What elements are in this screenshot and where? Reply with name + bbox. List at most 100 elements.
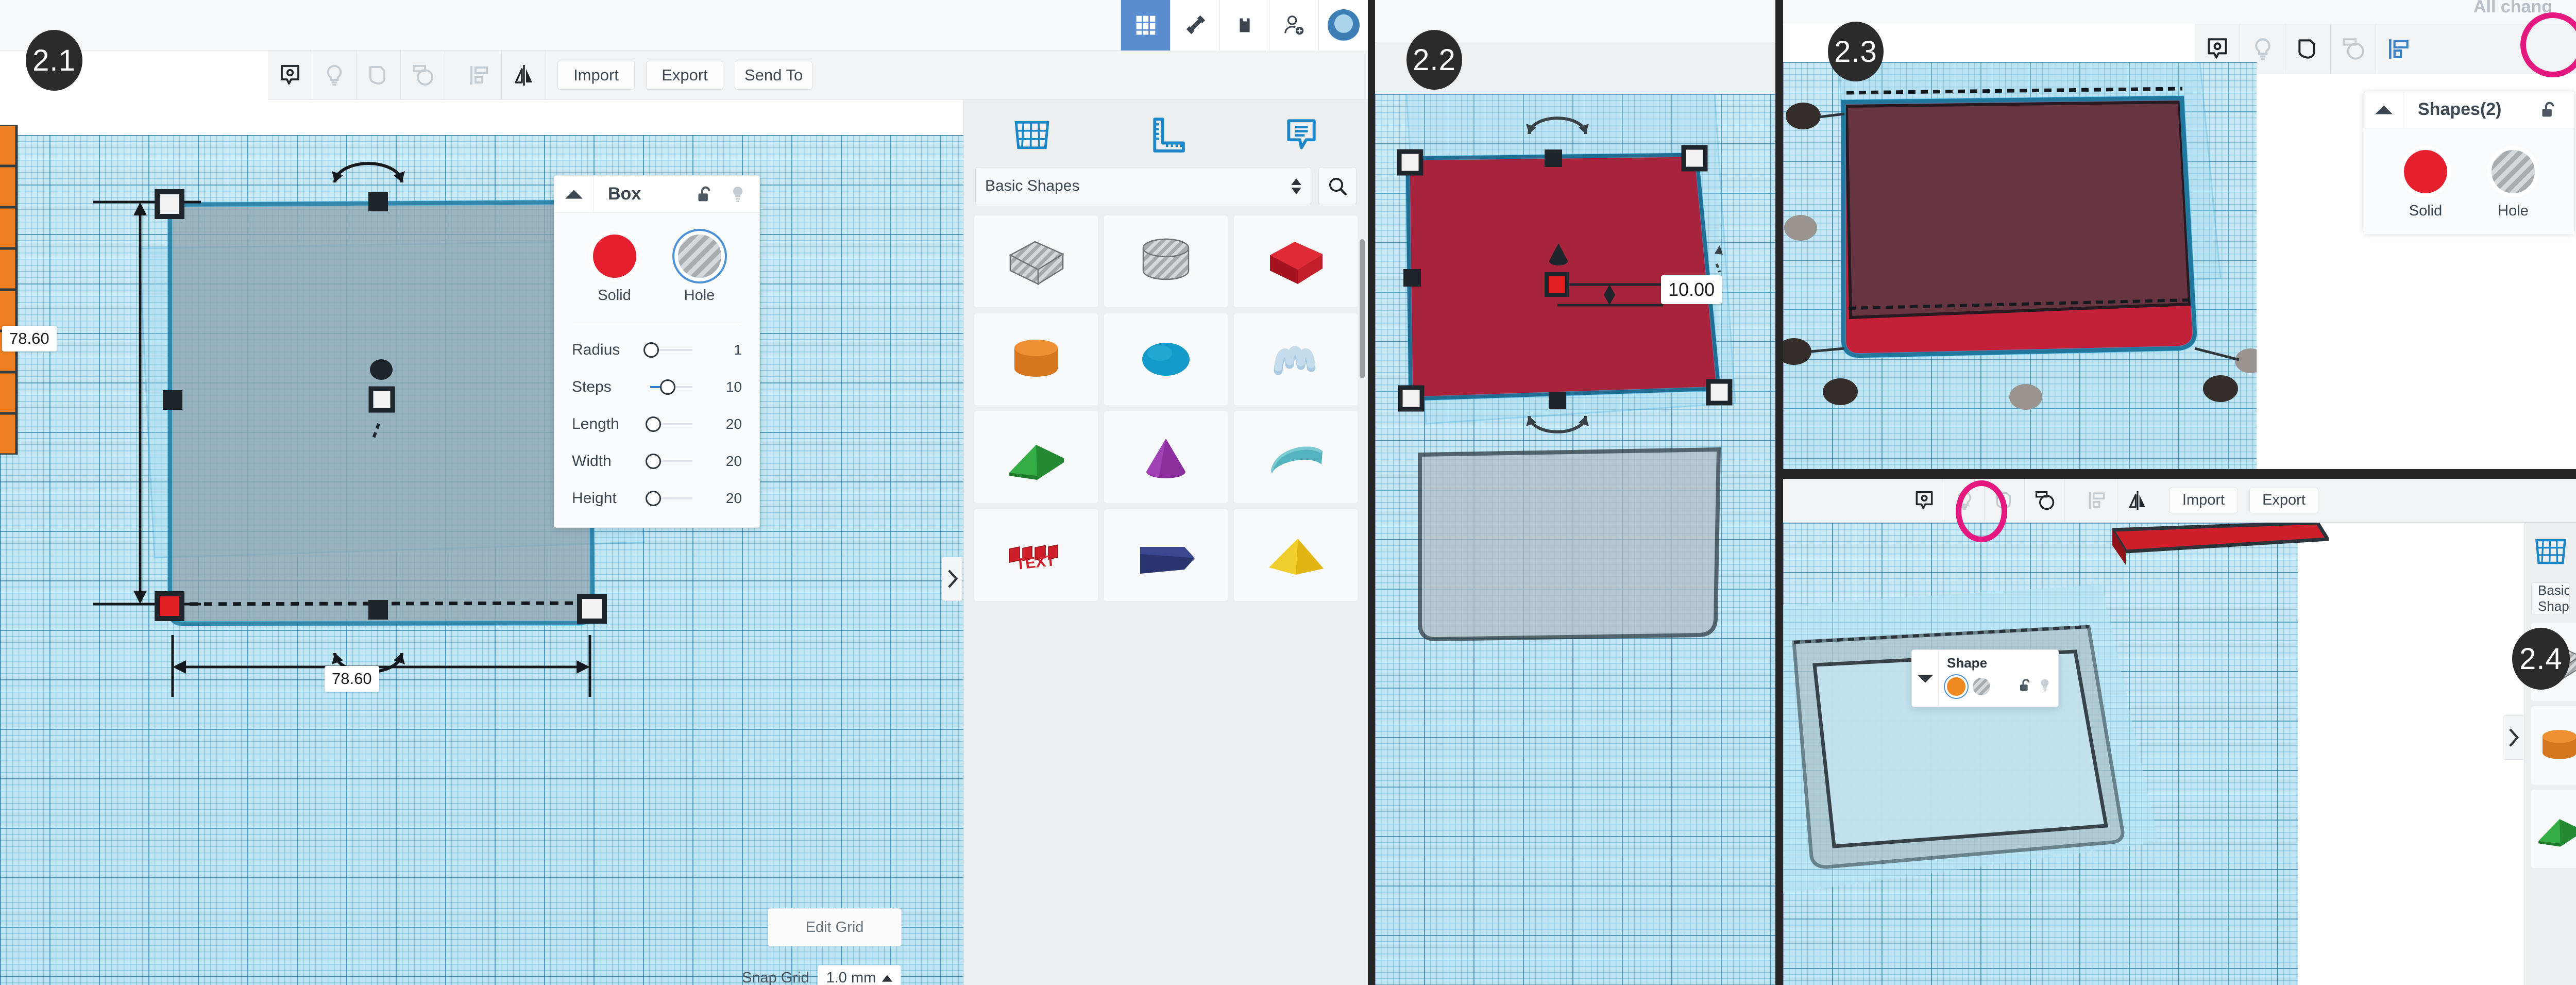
shape-cell-cone-purple[interactable] — [1104, 411, 1228, 503]
workplane-2-3[interactable] — [1783, 62, 2257, 469]
export-button[interactable]: Export — [646, 60, 723, 90]
workplane-icon[interactable] — [2532, 535, 2570, 571]
top-bar-2-3 — [1783, 0, 2576, 24]
shapes-scrollbar[interactable] — [1360, 239, 1365, 378]
shape-cell-roof-green-2-4[interactable] — [2531, 790, 2576, 868]
hole-swatch-label: Hole — [684, 287, 715, 304]
chevron-down-icon[interactable] — [1912, 650, 1939, 708]
slider-radius-track[interactable] — [643, 342, 692, 358]
slider-width[interactable]: Width 20 — [572, 443, 742, 480]
slider-length-label: Length — [572, 415, 619, 432]
shapes-inspector: Shapes(2) Solid Hole — [2364, 91, 2575, 234]
shape-circle-outline-icon[interactable] — [2025, 478, 2065, 523]
step-badge-2-4: 2.4 — [2512, 628, 2570, 690]
import-button[interactable]: Import — [557, 60, 635, 90]
light-bulb-icon[interactable] — [721, 186, 754, 203]
shape-cell-wedge-navy[interactable] — [1104, 509, 1228, 601]
divider-vertical-2 — [1775, 0, 1783, 985]
toolbar-divider — [445, 51, 457, 100]
slider-length[interactable]: Length 20 — [572, 406, 742, 443]
chevron-up-icon[interactable] — [554, 175, 594, 213]
align-icon[interactable] — [2376, 24, 2421, 74]
workplane-2-2[interactable]: 10.00 — [1375, 94, 1776, 985]
mirror-icon[interactable] — [2117, 478, 2158, 523]
hole-swatch[interactable]: Hole — [677, 235, 721, 304]
shape-outline-icon[interactable] — [2285, 23, 2331, 74]
shape-outline-icon[interactable] — [357, 50, 401, 100]
slider-height-value: 20 — [725, 490, 742, 506]
shape-cell-roof-green[interactable] — [974, 411, 1098, 503]
user-avatar[interactable] — [1318, 0, 1368, 51]
inspector-header-2-3: Shapes(2) — [2364, 91, 2574, 128]
rail-collapse-flap-2-4[interactable] — [2503, 715, 2523, 760]
view-comment-icon[interactable] — [1904, 478, 1944, 523]
shape-category-select[interactable]: Basic Shapes — [975, 167, 1311, 205]
import-button[interactable]: Import — [2169, 487, 2238, 513]
workplane-2-4[interactable] — [1783, 523, 2298, 985]
light-bulb-icon[interactable] — [2039, 678, 2051, 695]
composite-screenshot: Import Export Send To 78.60 78.60 Edit G… — [0, 0, 2576, 985]
shape-cell-box-red[interactable] — [1234, 215, 1358, 307]
solid-swatch[interactable] — [1947, 677, 1965, 696]
align-icon[interactable] — [2077, 478, 2117, 523]
step-badge-2-3: 2.3 — [1828, 22, 1884, 81]
note-icon[interactable] — [1282, 116, 1321, 157]
shape-cell-cylinder-orange[interactable] — [974, 313, 1098, 405]
solid-swatch[interactable]: Solid — [592, 235, 636, 304]
grid-view-icon[interactable] — [1121, 0, 1170, 51]
slider-steps-track[interactable] — [650, 379, 692, 395]
shape-cell-text-red[interactable]: TEXT — [974, 509, 1098, 601]
snap-grid-select[interactable]: 1.0 mm — [817, 965, 902, 985]
tinker-tool-icon[interactable] — [1170, 0, 1219, 51]
view-comment-icon[interactable] — [268, 50, 312, 100]
slider-length-track[interactable] — [645, 416, 692, 432]
dimension-bottom-label: 78.60 — [325, 666, 379, 692]
shape-cell-scribble[interactable] — [1234, 313, 1358, 405]
light-bulb-icon[interactable] — [1944, 478, 1985, 523]
shape-circle-outline-icon[interactable] — [2331, 23, 2376, 74]
shape-cell-cylinder-hole[interactable] — [1104, 215, 1228, 307]
export-button[interactable]: Export — [2249, 487, 2318, 513]
slider-length-value: 20 — [725, 416, 742, 432]
mirror-icon[interactable] — [502, 50, 546, 100]
shape-cell-pyramid-yellow[interactable] — [1234, 509, 1358, 601]
unlock-icon[interactable] — [688, 186, 721, 203]
light-bulb-icon[interactable] — [312, 50, 357, 100]
shape-cell-box-hole[interactable] — [974, 215, 1098, 307]
slider-height-track[interactable] — [645, 491, 692, 506]
chevron-up-icon[interactable] — [2364, 91, 2403, 128]
slider-width-track[interactable] — [645, 454, 692, 469]
shape-outline-icon[interactable] — [1985, 478, 2025, 523]
blocks-icon[interactable] — [1219, 0, 1269, 51]
inspector-title-small: Shape — [1947, 655, 1988, 671]
panel-2-2: 10.00 2.2 — [1375, 0, 1776, 985]
rail-collapse-flap[interactable] — [942, 557, 962, 601]
shape-cell-tube-teal[interactable] — [1234, 411, 1358, 503]
unlock-icon[interactable] — [2532, 101, 2565, 119]
panel-2-3: All chang Shapes(2) Solid Hole 2.3 — [1783, 0, 2576, 469]
solid-swatch[interactable]: Solid — [2404, 150, 2447, 220]
slider-radius[interactable]: Radius 1 — [572, 331, 742, 369]
workplane-2-1[interactable]: 78.60 78.60 Edit Grid Snap Grid 1.0 mm — [0, 125, 963, 985]
chevron-right-icon — [2509, 728, 2519, 747]
hole-swatch[interactable]: Hole — [2492, 150, 2535, 220]
rail-search-row: Basic Shapes — [964, 167, 1368, 205]
solid-swatch-label: Solid — [598, 287, 631, 304]
hole-swatch[interactable] — [1973, 678, 1990, 695]
align-icon[interactable] — [457, 50, 502, 100]
edit-grid-button[interactable]: Edit Grid — [768, 908, 902, 946]
unlock-icon[interactable] — [2019, 678, 2031, 695]
send-to-button[interactable]: Send To — [735, 60, 813, 90]
search-icon[interactable] — [1318, 167, 1357, 205]
ruler-icon[interactable] — [1147, 116, 1188, 157]
workplane-icon[interactable] — [1011, 116, 1053, 157]
shape-category-select-2-4[interactable]: Basic Shapes — [2531, 582, 2570, 614]
slider-height[interactable]: Height 20 — [572, 480, 742, 517]
shape-cell-sphere-blue[interactable] — [1104, 313, 1228, 405]
shape-cell-cylinder-orange-2-4[interactable] — [2531, 706, 2576, 784]
snap-grid-label: Snap Grid — [742, 970, 809, 985]
shape-category-value: Basic Shapes — [985, 177, 1080, 194]
slider-steps[interactable]: Steps 10 — [572, 369, 742, 406]
shape-circle-outline-icon[interactable] — [401, 50, 445, 100]
add-person-icon[interactable] — [1269, 0, 1318, 51]
